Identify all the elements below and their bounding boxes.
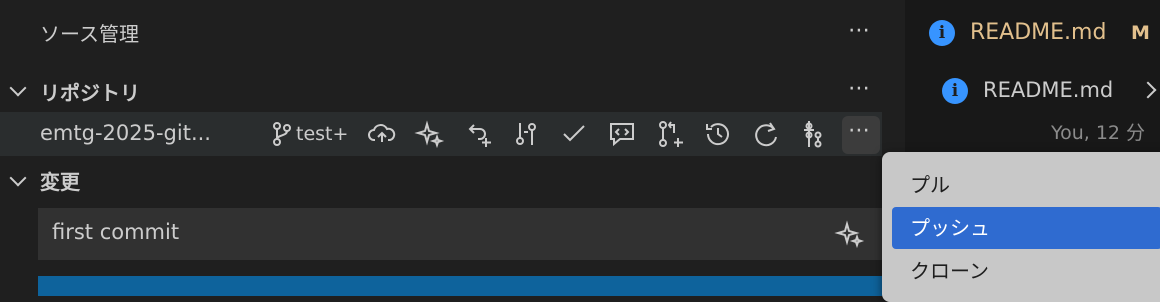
info-icon: i bbox=[929, 20, 955, 46]
generate-commit-message-icon[interactable] bbox=[834, 218, 866, 250]
menu-item-push[interactable]: プッシュ bbox=[892, 207, 1160, 249]
refresh-icon[interactable] bbox=[750, 118, 782, 150]
cloud-upload-icon[interactable] bbox=[366, 118, 398, 150]
undo-add-icon[interactable] bbox=[462, 118, 494, 150]
breadcrumb[interactable]: README.md bbox=[983, 78, 1113, 102]
repositories-header[interactable]: リポジトリ bbox=[40, 77, 140, 106]
menu-item-pull[interactable]: プル bbox=[892, 164, 1160, 206]
repo-more-icon[interactable]: ⋯ bbox=[848, 118, 871, 143]
blame-annotation: You, 12 分 bbox=[1051, 122, 1146, 144]
commit-message-value[interactable]: first commit bbox=[52, 220, 179, 244]
git-graph-icon[interactable] bbox=[798, 118, 830, 150]
info-icon: i bbox=[942, 78, 968, 104]
history-icon[interactable] bbox=[702, 118, 734, 150]
repository-name: emtg-2025-git... bbox=[40, 121, 211, 145]
pull-request-create-icon[interactable] bbox=[654, 118, 686, 150]
comment-code-icon[interactable] bbox=[606, 118, 638, 150]
editor-tab-title[interactable]: README.md bbox=[970, 20, 1106, 45]
modified-badge: M bbox=[1131, 22, 1150, 44]
changes-header[interactable]: 変更 bbox=[40, 166, 80, 195]
context-menu: プル プッシュ クローン bbox=[882, 152, 1160, 302]
branch-icon[interactable] bbox=[266, 118, 298, 150]
repositories-more-icon[interactable]: ⋯ bbox=[848, 76, 871, 101]
sparkle-icon[interactable] bbox=[414, 118, 446, 150]
more-actions-icon[interactable]: ⋯ bbox=[848, 18, 871, 43]
check-icon[interactable] bbox=[558, 118, 590, 150]
git-compare-icon[interactable] bbox=[510, 118, 542, 150]
commit-button[interactable] bbox=[38, 276, 882, 296]
branch-label[interactable]: test+ bbox=[296, 123, 348, 145]
source-control-title: ソース管理 bbox=[40, 22, 139, 46]
